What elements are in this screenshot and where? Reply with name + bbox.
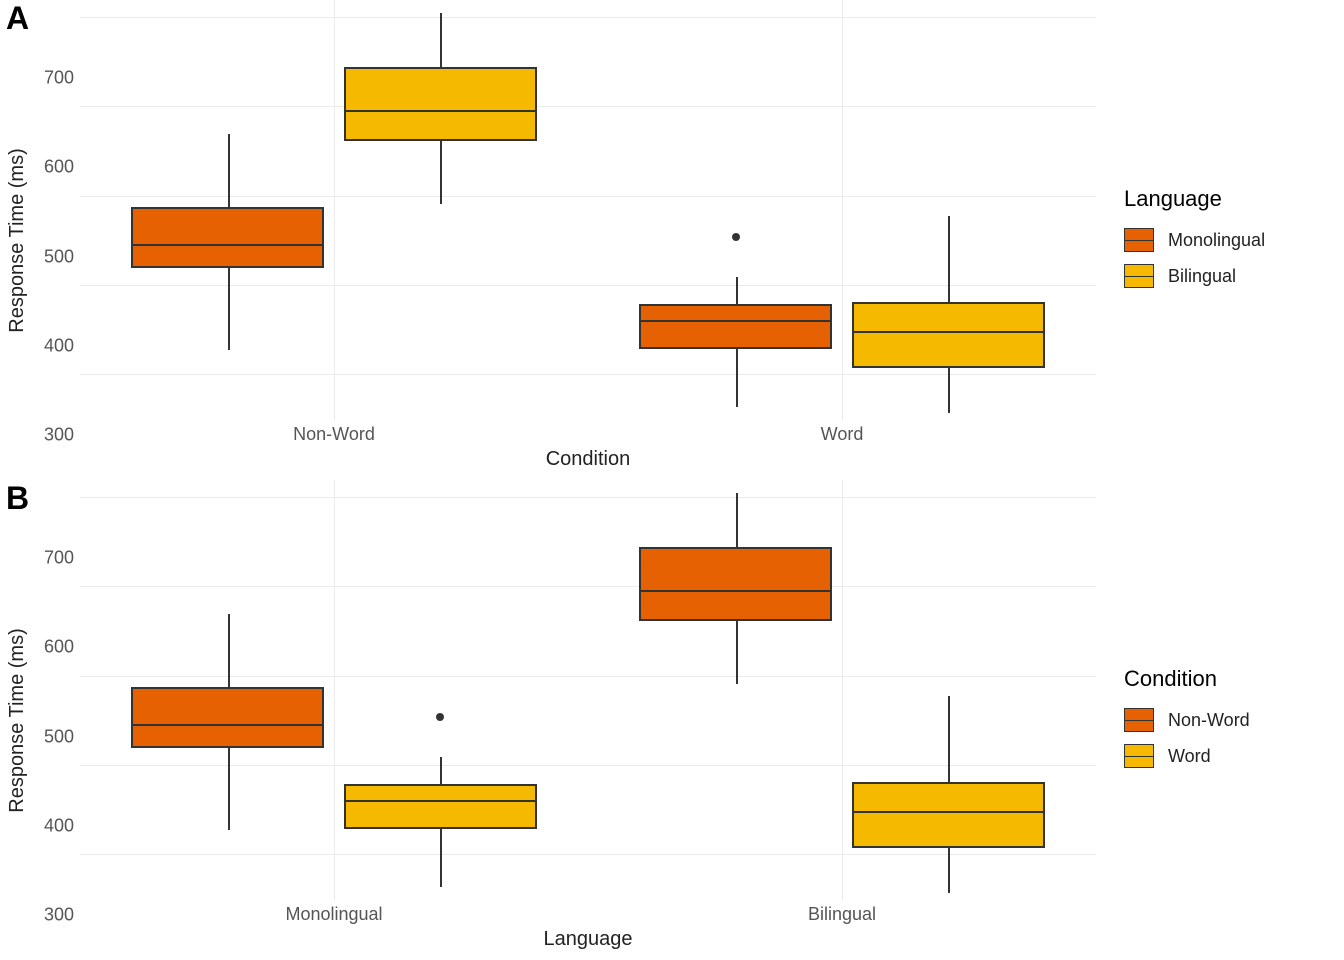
outlier-point [436, 713, 444, 721]
panel-tag-a: A [6, 0, 29, 37]
plot-area-a [80, 0, 1096, 420]
x-tick-label: Bilingual [808, 904, 876, 925]
y-axis-label: Response Time (ms) [6, 628, 29, 813]
median-line [854, 811, 1043, 813]
gridline-v [842, 480, 843, 900]
y-tick-label: 600 [44, 157, 74, 178]
median-line [641, 320, 830, 322]
gridline-h [80, 854, 1096, 855]
legend-title: Language [1124, 186, 1344, 212]
y-tick-label: 500 [44, 246, 74, 267]
gridline-h [80, 497, 1096, 498]
legend-item: Monolingual [1124, 228, 1344, 252]
panel-tag-b: B [6, 480, 29, 517]
y-tick-label: 300 [44, 425, 74, 446]
gridline-h [80, 106, 1096, 107]
whisker [948, 696, 950, 782]
x-axis-ticks: Monolingual Bilingual [80, 900, 1096, 928]
y-axis-label: Response Time (ms) [6, 148, 29, 333]
median-line [346, 110, 535, 112]
y-tick-label: 600 [44, 637, 74, 658]
whisker [440, 13, 442, 68]
box [131, 207, 324, 268]
legend-a: Language Monolingual Bilingual [1104, 0, 1344, 480]
y-tick-label: 700 [44, 547, 74, 568]
figure: A Response Time (ms) 300 400 500 600 700 Non… [0, 0, 1344, 960]
whisker [440, 757, 442, 784]
median-line [641, 590, 830, 592]
y-tick-label: 400 [44, 335, 74, 356]
box [639, 304, 832, 349]
whisker [228, 748, 230, 830]
box [852, 302, 1045, 368]
legend-label: Word [1168, 746, 1211, 767]
gridline-h [80, 765, 1096, 766]
legend-swatch-icon [1124, 264, 1154, 288]
box [344, 784, 537, 829]
legend-item: Non-Word [1124, 708, 1344, 732]
whisker [948, 848, 950, 893]
gridline-v [334, 480, 335, 900]
x-axis-title: Language [80, 928, 1096, 960]
box [131, 687, 324, 748]
whisker [736, 493, 738, 548]
gridline-h [80, 285, 1096, 286]
y-axis-title: Response Time (ms) [0, 0, 34, 480]
whisker [736, 349, 738, 407]
gridline-h [80, 676, 1096, 677]
y-tick-label: 700 [44, 67, 74, 88]
legend-item: Bilingual [1124, 264, 1344, 288]
panel-b: B Response Time (ms) 300 400 500 600 700 Mon… [0, 480, 1344, 960]
legend-swatch-icon [1124, 228, 1154, 252]
box [639, 547, 832, 621]
x-axis-title: Condition [80, 448, 1096, 480]
legend-title: Condition [1124, 666, 1344, 692]
y-tick-label: 300 [44, 905, 74, 926]
median-line [346, 800, 535, 802]
box [344, 67, 537, 141]
whisker [736, 621, 738, 684]
y-tick-label: 400 [44, 815, 74, 836]
plot-column: Monolingual Bilingual Language [80, 480, 1104, 960]
plot-area-b [80, 480, 1096, 900]
legend-swatch-icon [1124, 708, 1154, 732]
x-tick-label: Word [821, 424, 864, 445]
gridline-h [80, 374, 1096, 375]
whisker [228, 134, 230, 207]
y-axis-ticks: 300 400 500 600 700 [34, 0, 80, 480]
whisker [228, 268, 230, 350]
median-line [854, 331, 1043, 333]
x-axis-ticks: Non-Word Word [80, 420, 1096, 448]
y-axis-ticks: 300 400 500 600 700 [34, 480, 80, 960]
median-line [133, 724, 322, 726]
gridline-h [80, 17, 1096, 18]
whisker [948, 216, 950, 302]
legend-b: Condition Non-Word Word [1104, 480, 1344, 960]
x-tick-label: Monolingual [285, 904, 382, 925]
gridline-h [80, 196, 1096, 197]
whisker [948, 368, 950, 413]
legend-label: Monolingual [1168, 230, 1265, 251]
y-axis-title: Response Time (ms) [0, 480, 34, 960]
outlier-point [732, 233, 740, 241]
whisker [736, 277, 738, 304]
legend-item: Word [1124, 744, 1344, 768]
panel-a: A Response Time (ms) 300 400 500 600 700 Non… [0, 0, 1344, 480]
y-tick-label: 500 [44, 726, 74, 747]
gridline-v [842, 0, 843, 420]
gridline-v [334, 0, 335, 420]
median-line [133, 244, 322, 246]
box [852, 782, 1045, 848]
x-tick-label: Non-Word [293, 424, 375, 445]
whisker [440, 141, 442, 204]
whisker [228, 614, 230, 687]
whisker [440, 829, 442, 887]
legend-label: Bilingual [1168, 266, 1236, 287]
plot-column: Non-Word Word Condition [80, 0, 1104, 480]
legend-label: Non-Word [1168, 710, 1250, 731]
gridline-h [80, 586, 1096, 587]
legend-swatch-icon [1124, 744, 1154, 768]
